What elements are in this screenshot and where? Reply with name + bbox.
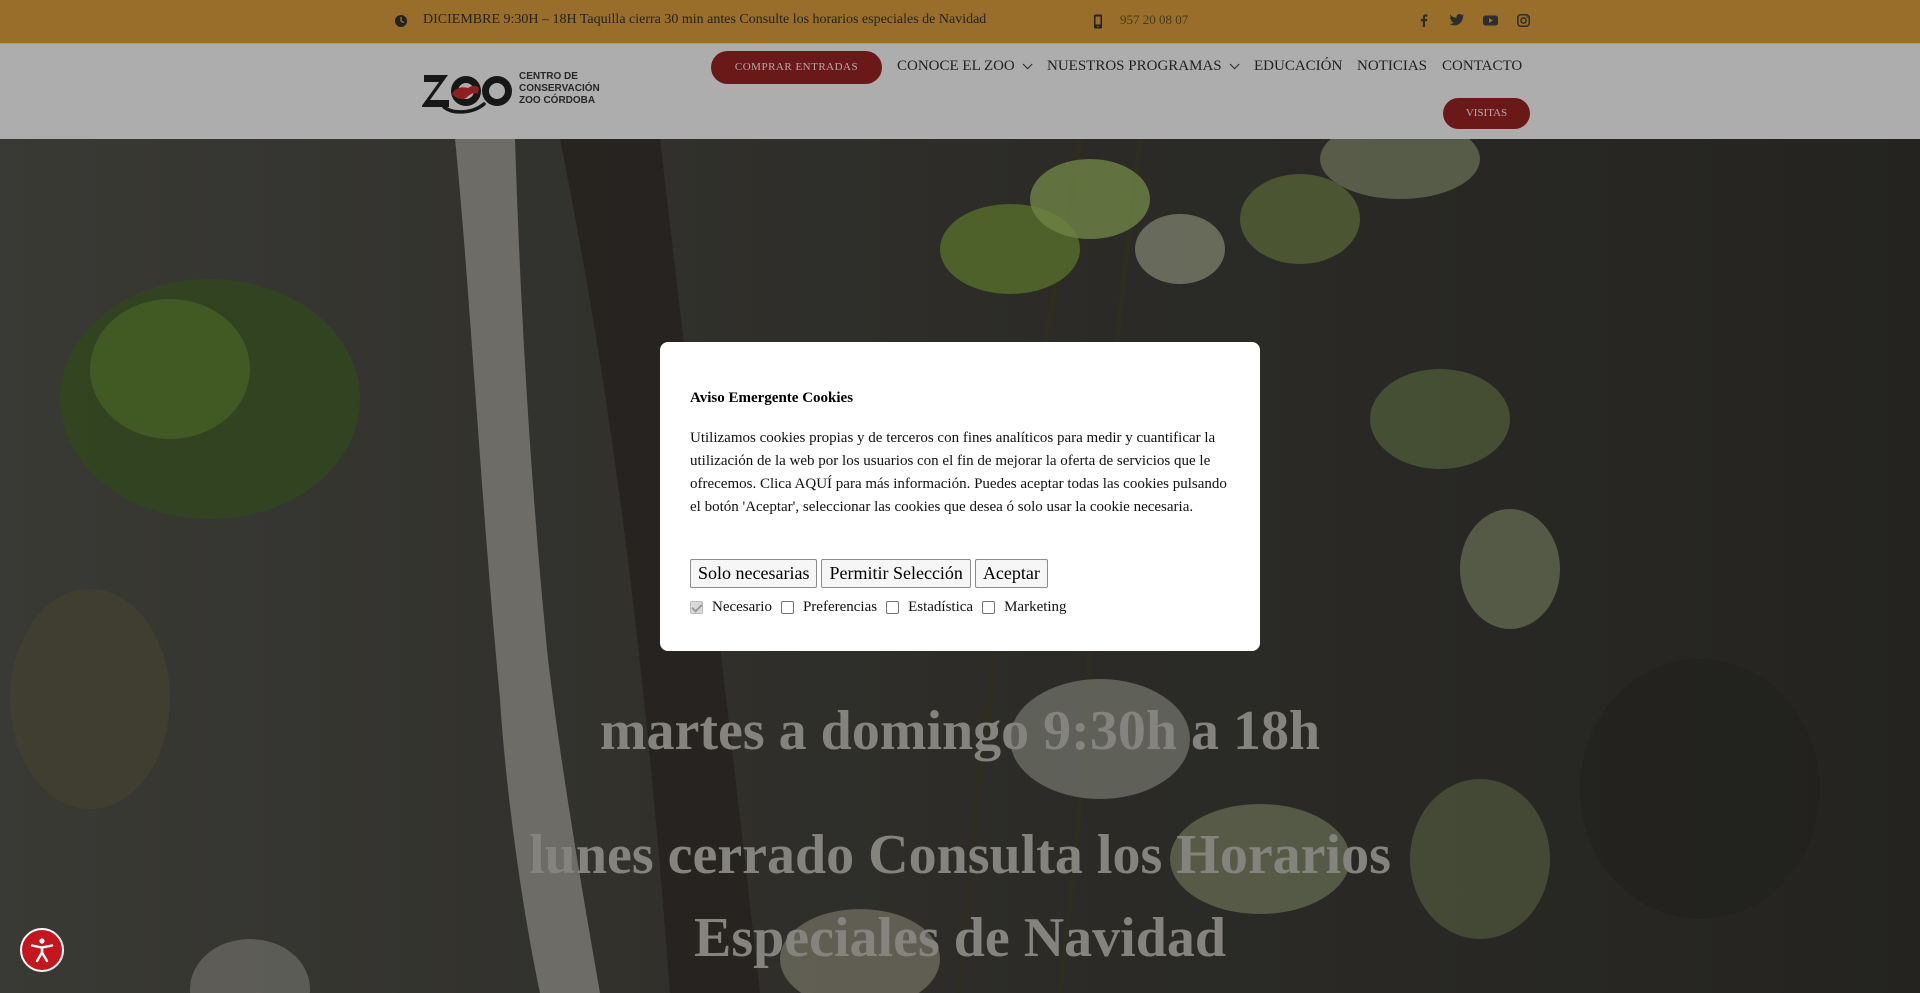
cookie-dialog: Aviso Emergente Cookies Utilizamos cooki… (660, 342, 1260, 651)
cookie-dialog-title: Aviso Emergente Cookies (690, 390, 854, 406)
marketing-checkbox[interactable]: Marketing (982, 599, 1067, 616)
checkbox-box (690, 601, 703, 614)
accessibility-button[interactable] (20, 928, 64, 972)
preferences-checkbox[interactable]: Preferencias (780, 599, 878, 616)
necessary-checkbox: Necesario (690, 599, 772, 616)
statistics-checkbox[interactable]: Estadística (886, 599, 973, 616)
checkbox-label: Marketing (1004, 599, 1067, 615)
accept-button[interactable]: Aceptar (974, 559, 1048, 588)
checkbox-box[interactable] (982, 601, 996, 614)
checkbox-label: Preferencias (802, 599, 878, 615)
allow-selection-button[interactable]: Permitir Selección (821, 559, 971, 588)
checkbox-label: Estadística (908, 599, 974, 615)
cookie-dialog-body: Utilizamos cookies propias y de terceros… (690, 430, 1227, 515)
checkbox-label: Necesario (712, 599, 772, 615)
only-necessary-button[interactable]: Solo necesarias (690, 559, 818, 588)
accessibility-icon (30, 938, 54, 963)
checkbox-box[interactable] (780, 601, 794, 614)
checkbox-box[interactable] (886, 601, 900, 614)
